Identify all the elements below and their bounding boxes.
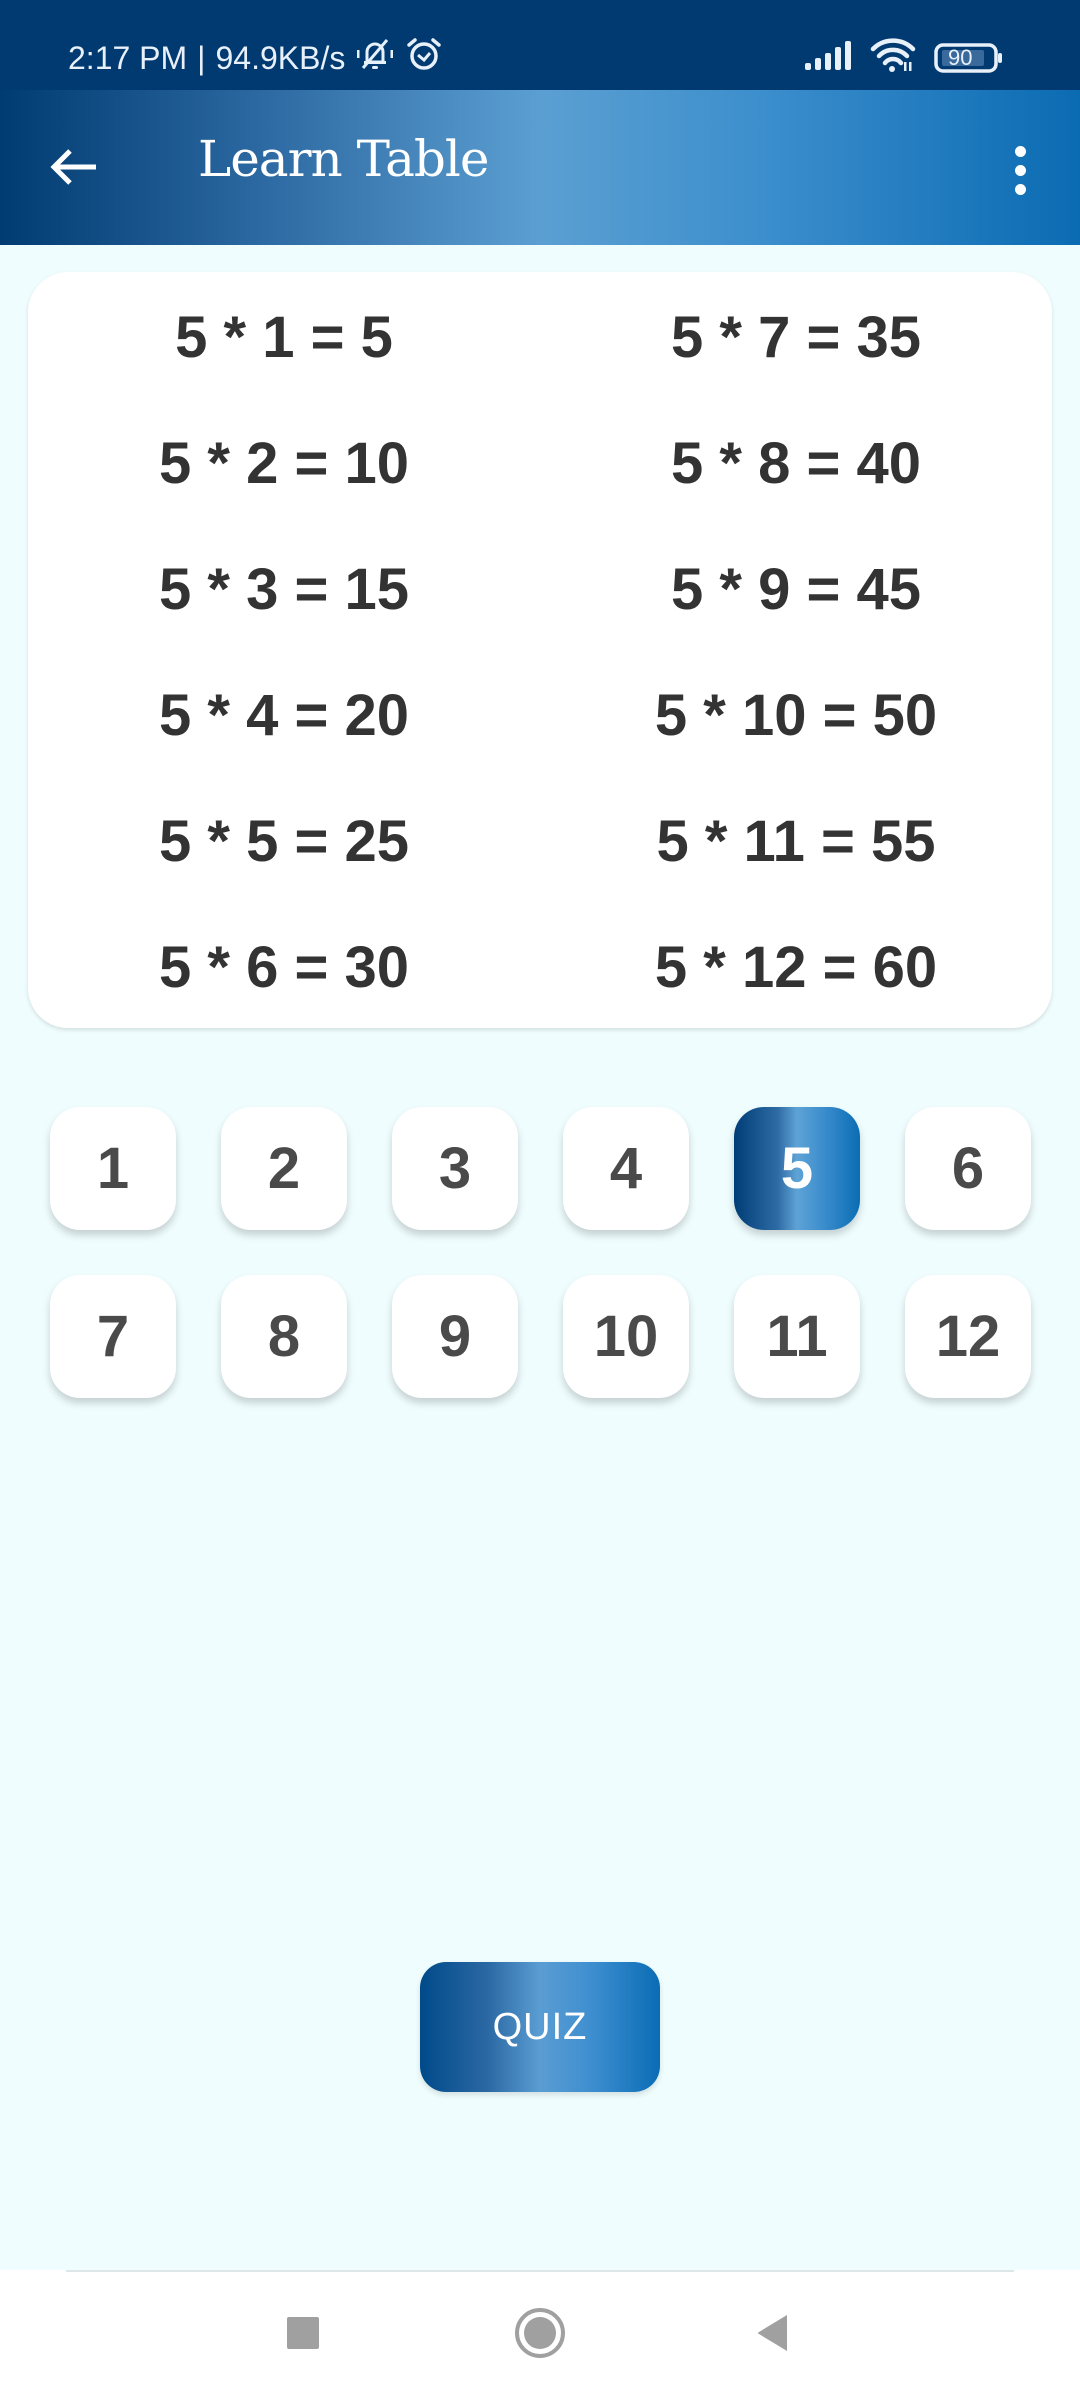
number-button-7[interactable]: 7: [50, 1275, 176, 1398]
multiplication-table-card: 5 * 1 = 5 5 * 2 = 10 5 * 3 = 15 5 * 4 = …: [28, 272, 1052, 1028]
wifi-icon: [870, 38, 916, 77]
status-bar: 2:17 PM | 94.9KB/s 90: [0, 0, 1080, 90]
status-left: 2:17 PM | 94.9KB/s: [68, 36, 443, 80]
back-triangle-icon: [755, 2313, 791, 2358]
table-row: 5 * 3 = 15: [159, 557, 409, 622]
number-button-11[interactable]: 11: [734, 1275, 860, 1398]
number-button-9[interactable]: 9: [392, 1275, 518, 1398]
table-row: 5 * 11 = 55: [656, 809, 936, 874]
number-button-8[interactable]: 8: [221, 1275, 347, 1398]
alarm-icon: [405, 36, 443, 80]
table-row: 5 * 9 = 45: [671, 557, 921, 622]
quiz-button[interactable]: QUIZ: [420, 1962, 660, 2092]
table-column-right: 5 * 7 = 35 5 * 8 = 40 5 * 9 = 45 5 * 10 …: [540, 272, 1052, 1028]
signal-icon: [804, 39, 852, 76]
recents-button[interactable]: [258, 2300, 348, 2370]
status-separator: |: [197, 39, 206, 76]
more-vert-icon-dot: [1014, 164, 1026, 176]
status-right: 90: [804, 38, 1004, 77]
table-row: 5 * 1 = 5: [175, 305, 393, 370]
home-button[interactable]: [495, 2300, 585, 2370]
table-row: 5 * 2 = 10: [159, 431, 409, 496]
table-row: 5 * 8 = 40: [671, 431, 921, 496]
number-button-1[interactable]: 1: [50, 1107, 176, 1230]
number-button-4[interactable]: 4: [563, 1107, 689, 1230]
vibrate-off-icon: [355, 36, 395, 80]
back-button[interactable]: [40, 135, 108, 203]
more-options-button[interactable]: [990, 138, 1050, 202]
more-vert-icon-dot: [1014, 183, 1026, 195]
number-button-2[interactable]: 2: [221, 1107, 347, 1230]
arrow-left-icon: [48, 147, 100, 192]
table-column-left: 5 * 1 = 5 5 * 2 = 10 5 * 3 = 15 5 * 4 = …: [28, 272, 540, 1028]
table-row: 5 * 10 = 50: [654, 683, 938, 748]
battery-icon: 90: [934, 42, 1004, 74]
back-nav-button[interactable]: [728, 2300, 818, 2370]
number-button-5[interactable]: 5: [734, 1107, 860, 1230]
number-button-3[interactable]: 3: [392, 1107, 518, 1230]
home-circle-icon: [514, 2307, 566, 2364]
table-row: 5 * 4 = 20: [159, 683, 409, 748]
number-button-6[interactable]: 6: [905, 1107, 1031, 1230]
table-row: 5 * 7 = 35: [671, 305, 921, 370]
table-row: 5 * 6 = 30: [159, 935, 409, 1000]
status-time: 2:17 PM: [68, 39, 188, 76]
nav-divider: [66, 2270, 1014, 2272]
table-row: 5 * 5 = 25: [159, 809, 409, 874]
page-title: Learn Table: [198, 130, 489, 188]
more-vert-icon: [1014, 145, 1026, 157]
number-button-10[interactable]: 10: [563, 1275, 689, 1398]
number-button-12[interactable]: 12: [905, 1275, 1031, 1398]
app-bar: Learn Table: [0, 90, 1080, 245]
table-row: 5 * 12 = 60: [654, 935, 938, 1000]
battery-level: 90: [948, 44, 973, 70]
network-speed: 94.9KB/s: [215, 39, 346, 76]
system-nav-bar: [0, 2270, 1080, 2400]
recents-square-icon: [286, 2316, 320, 2355]
